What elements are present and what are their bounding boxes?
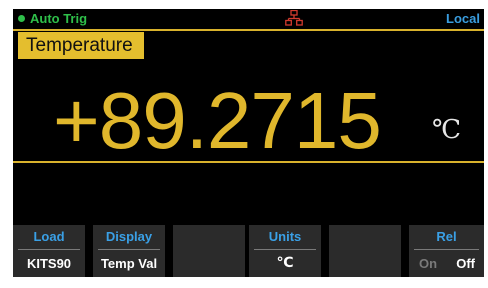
measurement-unit: ℃ [432,115,462,145]
lan-network-icon [285,10,303,26]
remote-status-label: Local [446,11,480,26]
status-bar: Auto Trig Local [13,9,484,28]
reading-divider [13,161,484,163]
instrument-display: Auto Trig Local Temperature +89.2715 ℃ L… [13,9,484,277]
softkey-divider [98,249,160,250]
header-divider [13,29,484,31]
softkey-load-title: Load [33,229,65,244]
softkey-load[interactable]: Load KITS90 [13,225,85,277]
softkey-display-title: Display [105,229,153,244]
softkey-rel[interactable]: Rel On Off [409,225,484,277]
softkey-bar: Load KITS90 Display Temp Val Units ℃ Rel… [13,225,484,277]
rel-option-on: On [419,256,438,271]
softkey-units-title: Units [268,229,302,244]
softkey-display[interactable]: Display Temp Val [93,225,165,277]
softkey-rel-title: Rel [436,229,457,244]
measurement-value: +89.2715 [53,76,382,165]
softkey-divider [254,249,316,250]
softkey-divider [414,249,479,250]
softkey-divider [18,249,80,250]
softkey-display-value: Temp Val [100,256,158,271]
softkey-units-value: ℃ [276,255,294,271]
softkey-blank-3[interactable] [173,225,245,277]
rel-option-off: Off [456,256,475,271]
trigger-mode-label: Auto Trig [30,11,88,26]
softkey-load-value: KITS90 [26,256,72,271]
softkey-units[interactable]: Units ℃ [249,225,321,277]
function-label: Temperature [18,32,144,59]
trigger-status-icon [18,15,25,22]
softkey-blank-5[interactable] [329,225,401,277]
